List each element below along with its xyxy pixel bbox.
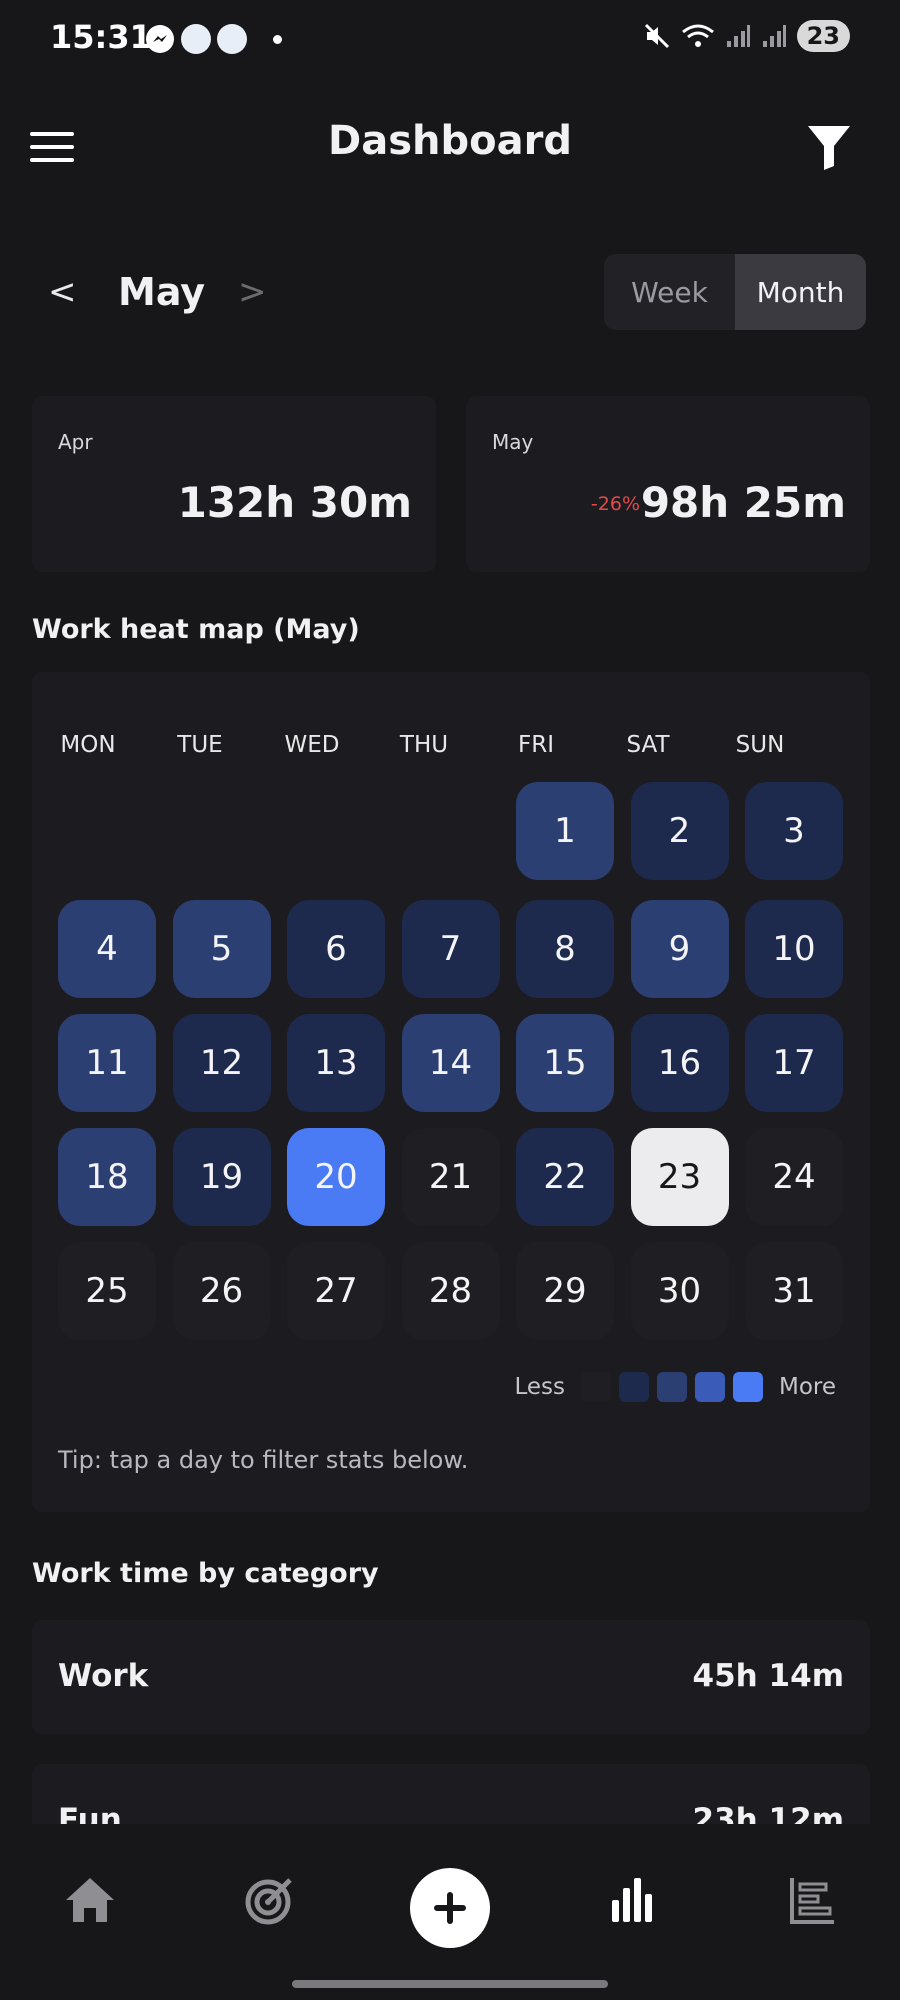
wifi-icon bbox=[681, 24, 714, 47]
legend-more-label: More bbox=[778, 1374, 836, 1400]
current-month-card: May -26% 98h 25m bbox=[466, 396, 870, 572]
calendar-day[interactable]: 23 bbox=[630, 1128, 729, 1226]
legend-swatches bbox=[580, 1372, 763, 1402]
mute-icon bbox=[644, 23, 669, 49]
calendar-day[interactable]: 12 bbox=[172, 1014, 271, 1112]
notification-icons bbox=[145, 24, 282, 54]
battery-level: 23 bbox=[796, 20, 850, 52]
heatmap-tip: Tip: tap a day to filter stats below. bbox=[58, 1446, 469, 1474]
legend-swatch bbox=[618, 1372, 649, 1402]
legend-less-label: Less bbox=[514, 1374, 565, 1400]
calendar-day[interactable]: 21 bbox=[401, 1128, 500, 1226]
legend-swatch bbox=[732, 1372, 763, 1402]
change-percentage: -26% bbox=[590, 493, 640, 515]
signal-icon bbox=[726, 25, 750, 47]
next-month-button[interactable]: > bbox=[238, 272, 267, 312]
weekday-label: THU bbox=[399, 732, 449, 758]
previous-month-card: Apr 132h 30m bbox=[32, 396, 436, 572]
calendar-day[interactable]: 31 bbox=[745, 1242, 843, 1340]
legend-swatch bbox=[580, 1372, 611, 1402]
weekday-label: FRI bbox=[518, 732, 554, 758]
signal-icon bbox=[762, 25, 786, 47]
calendar-day[interactable]: 1 bbox=[516, 782, 614, 880]
calendar-day[interactable]: 17 bbox=[745, 1014, 843, 1112]
status-time: 15:31 bbox=[50, 18, 152, 56]
previous-month-button[interactable]: < bbox=[48, 272, 77, 312]
calendar-day[interactable]: 28 bbox=[401, 1242, 500, 1340]
messenger-icon bbox=[146, 25, 174, 53]
calendar-day[interactable]: 29 bbox=[516, 1242, 614, 1340]
calendar-day[interactable]: 20 bbox=[287, 1128, 385, 1226]
weekday-label: SUN bbox=[735, 732, 785, 758]
system-icons: 23 bbox=[643, 20, 850, 52]
current-month-label: May bbox=[492, 430, 534, 454]
calendar-day[interactable]: 13 bbox=[287, 1014, 385, 1112]
legend-swatch bbox=[656, 1372, 687, 1402]
category-section-title: Work time by category bbox=[32, 1558, 379, 1589]
calendar-day[interactable]: 14 bbox=[401, 1014, 500, 1112]
week-toggle-button[interactable]: Week bbox=[604, 254, 735, 330]
weekday-label: MON bbox=[60, 732, 116, 758]
calendar-day[interactable]: 24 bbox=[745, 1128, 843, 1226]
month-label: May bbox=[118, 270, 206, 314]
weekday-label: WED bbox=[284, 732, 340, 758]
home-indicator bbox=[292, 1980, 608, 1988]
add-button[interactable] bbox=[410, 1868, 490, 1948]
heatmap-title: Work heat map (May) bbox=[32, 614, 360, 645]
timeline-icon[interactable] bbox=[782, 1870, 842, 1930]
home-icon[interactable] bbox=[60, 1870, 120, 1930]
calendar-day[interactable]: 6 bbox=[287, 900, 385, 998]
calendar-day[interactable]: 26 bbox=[172, 1242, 271, 1340]
calendar-day[interactable]: 9 bbox=[630, 900, 729, 998]
current-month-total: 98h 25m bbox=[640, 478, 846, 527]
more-notifications-icon bbox=[273, 34, 282, 44]
target-icon[interactable] bbox=[240, 1870, 300, 1930]
calendar-day[interactable]: 18 bbox=[58, 1128, 156, 1226]
page-title: Dashboard bbox=[328, 118, 572, 164]
calendar-day[interactable]: 25 bbox=[58, 1242, 156, 1340]
weekday-label: TUE bbox=[177, 732, 223, 758]
calendar-day[interactable]: 4 bbox=[58, 900, 156, 998]
calendar-day[interactable]: 19 bbox=[172, 1128, 271, 1226]
calendar-day[interactable]: 27 bbox=[287, 1242, 385, 1340]
calendar-day[interactable]: 2 bbox=[630, 782, 729, 880]
heatmap-legend: Less More bbox=[514, 1372, 836, 1402]
calendar-day[interactable]: 30 bbox=[630, 1242, 729, 1340]
calendar-day[interactable]: 10 bbox=[745, 900, 843, 998]
calendar-icon bbox=[181, 24, 211, 54]
calendar-icon bbox=[217, 24, 247, 54]
category-row[interactable]: Work 45h 14m bbox=[32, 1620, 870, 1734]
previous-month-total: 132h 30m bbox=[177, 478, 412, 527]
calendar-day[interactable]: 5 bbox=[172, 900, 271, 998]
month-toggle-button[interactable]: Month bbox=[735, 254, 866, 330]
category-name: Work bbox=[58, 1658, 149, 1694]
calendar-day[interactable]: 11 bbox=[58, 1014, 156, 1112]
period-toggle: Week Month bbox=[604, 254, 866, 330]
weekday-label: SAT bbox=[626, 732, 670, 758]
calendar-day[interactable]: 15 bbox=[516, 1014, 614, 1112]
legend-swatch bbox=[694, 1372, 725, 1402]
calendar-day[interactable]: 7 bbox=[401, 900, 500, 998]
previous-month-label: Apr bbox=[58, 430, 93, 454]
plus-icon bbox=[434, 1892, 466, 1924]
category-time: 45h 14m bbox=[692, 1658, 844, 1694]
calendar-day[interactable]: 3 bbox=[745, 782, 843, 880]
bottom-navigation bbox=[0, 1824, 900, 2000]
stats-icon[interactable] bbox=[600, 1870, 660, 1930]
filter-icon[interactable] bbox=[808, 126, 850, 170]
calendar-day[interactable]: 22 bbox=[516, 1128, 614, 1226]
calendar-day[interactable]: 8 bbox=[516, 900, 614, 998]
calendar-day[interactable]: 16 bbox=[630, 1014, 729, 1112]
heatmap-card: MON TUE WED THU FRI SAT SUN 1 2 3 4 5 6 7 8 9 10 11 12 13 1… bbox=[32, 672, 870, 1512]
